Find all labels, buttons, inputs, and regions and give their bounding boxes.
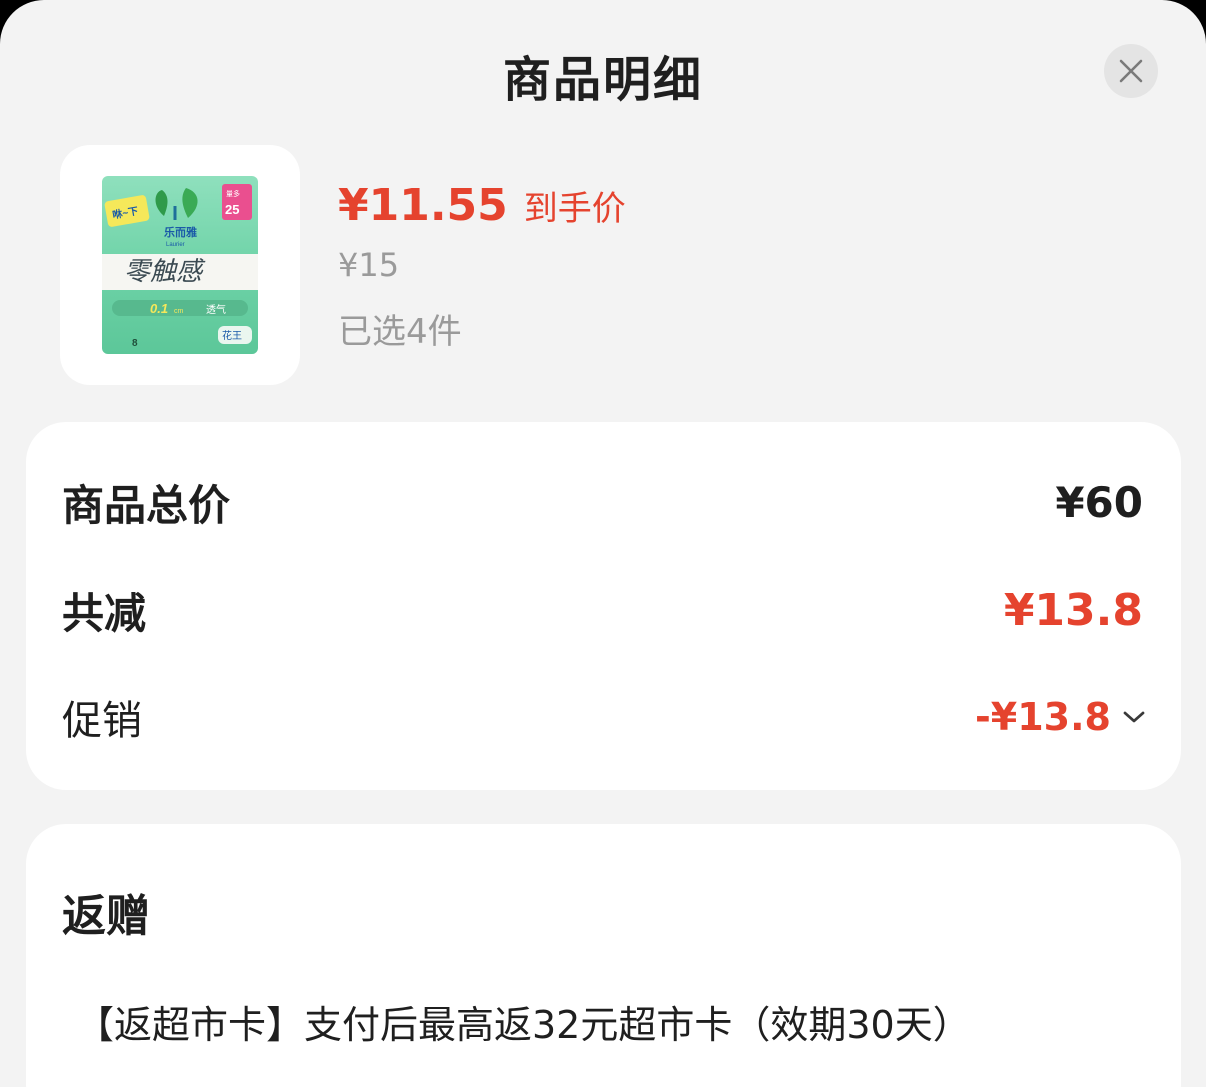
- total-price-label: 商品总价: [62, 481, 231, 530]
- final-price-label: 到手价: [523, 189, 626, 229]
- gift-description: 【返超市卡】支付后最高返32元超市卡（效期30天）: [76, 1003, 971, 1047]
- total-price-value: ¥60: [1055, 478, 1143, 527]
- final-price: ¥11.55: [338, 180, 508, 231]
- close-icon: [1119, 59, 1143, 83]
- product-detail-sheet: 商品明细 乐而雅 Laurier 咻~下 量多 25 零触感 0.1 cm 透气…: [0, 0, 1206, 1087]
- promotion-label: 促销: [62, 698, 142, 744]
- discount-value: ¥13.8: [1003, 585, 1143, 636]
- product-badge-top-text: 量多: [226, 189, 240, 198]
- discount-row: 共减 ¥13.8: [62, 580, 1143, 641]
- chevron-down-icon: [1121, 709, 1147, 725]
- promotion-row[interactable]: 促销 -¥13.8: [62, 688, 1147, 746]
- product-name-text: 零触感: [124, 257, 206, 287]
- discount-label: 共减: [62, 589, 147, 638]
- original-price: ¥15: [338, 246, 400, 284]
- product-image: 乐而雅 Laurier 咻~下 量多 25 零触感 0.1 cm 透气 8 花王: [102, 176, 258, 354]
- total-price-row: 商品总价 ¥60: [62, 472, 1143, 533]
- price-row: ¥11.55 到手价: [338, 180, 626, 231]
- product-brand-en-text: Laurier: [166, 242, 185, 248]
- product-feature-unit-text: cm: [174, 308, 184, 315]
- product-feature-text: 0.1: [150, 301, 168, 316]
- gift-title: 返赠: [62, 891, 150, 942]
- product-brand-text: 乐而雅: [164, 225, 197, 239]
- product-image-card[interactable]: 乐而雅 Laurier 咻~下 量多 25 零触感 0.1 cm 透气 8 花王: [60, 145, 300, 385]
- promotion-value: -¥13.8: [975, 695, 1111, 739]
- promotion-toggle[interactable]: -¥13.8: [975, 695, 1147, 739]
- product-feature-word-text: 透气: [206, 303, 226, 316]
- gift-card: 返赠 【返超市卡】支付后最高返32元超市卡（效期30天）: [26, 824, 1181, 1087]
- selected-count: 已选4件: [338, 312, 462, 352]
- price-summary-card: 商品总价 ¥60 共减 ¥13.8 促销 -¥13.8: [26, 422, 1181, 790]
- sheet-title: 商品明细: [502, 52, 703, 108]
- product-maker-text: 花王: [222, 329, 242, 342]
- product-badge-num-text: 25: [225, 202, 239, 217]
- close-button[interactable]: [1104, 44, 1158, 98]
- product-count-text: 8: [132, 338, 138, 349]
